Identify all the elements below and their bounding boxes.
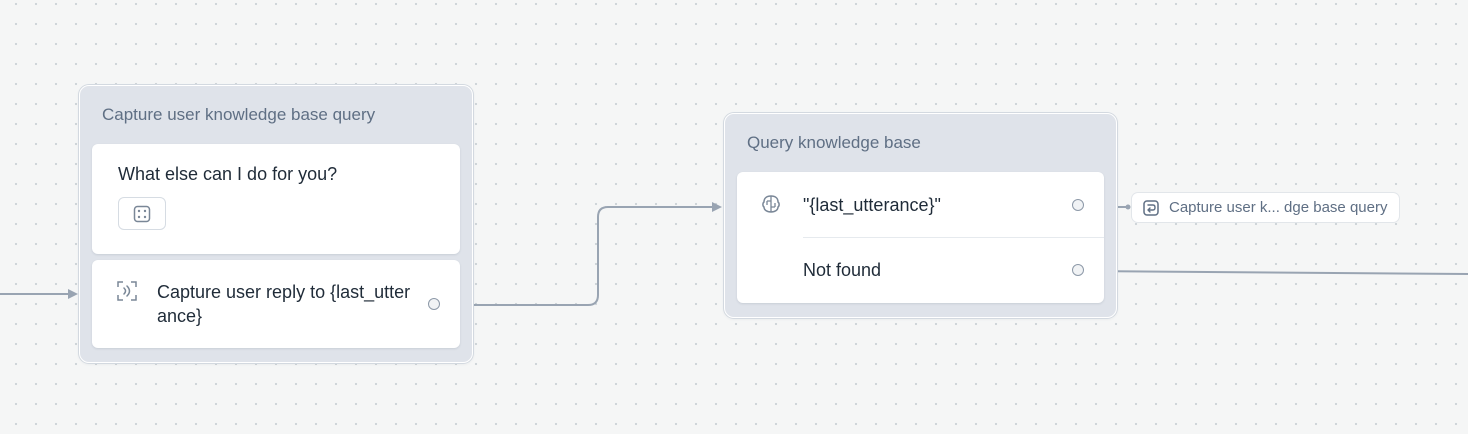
capture-query-block[interactable]: Capture user knowledge base query What e… — [79, 85, 473, 363]
divider — [803, 237, 1104, 238]
variants-button[interactable] — [118, 197, 166, 230]
kb-query-step[interactable]: "{last_utterance}" Not found — [737, 172, 1104, 303]
message-text: What else can I do for you? — [118, 164, 338, 184]
goto-block-icon — [1142, 199, 1160, 217]
query-text: "{last_utterance}" — [803, 195, 941, 215]
query-output-port[interactable] — [1072, 199, 1084, 211]
not-found-port[interactable] — [1072, 264, 1084, 276]
goto-block-label: Capture user k... dge base query — [1169, 199, 1388, 216]
goto-block-chip[interactable]: Capture user k... dge base query — [1132, 193, 1400, 222]
dice-icon — [133, 205, 151, 222]
brain-icon — [761, 194, 781, 219]
capture-label: Capture user reply to {last_utterance} — [157, 282, 411, 326]
block-title[interactable]: Query knowledge base — [737, 114, 1104, 172]
goto-edge-end-dot — [1125, 204, 1131, 210]
not-found-edge[interactable] — [1084, 270, 1468, 275]
capture-step[interactable]: Capture user reply to {last_utterance} — [92, 260, 460, 348]
capture-icon — [116, 280, 138, 307]
query-kb-block[interactable]: Query knowledge base "{last_utterance}" … — [724, 113, 1117, 318]
capture-to-query-edge[interactable] — [440, 202, 722, 306]
capture-output-port[interactable] — [428, 298, 440, 310]
block-title[interactable]: Capture user knowledge base query — [92, 86, 460, 144]
not-found-label: Not found — [803, 260, 882, 280]
text-message-step[interactable]: What else can I do for you? — [92, 144, 460, 254]
